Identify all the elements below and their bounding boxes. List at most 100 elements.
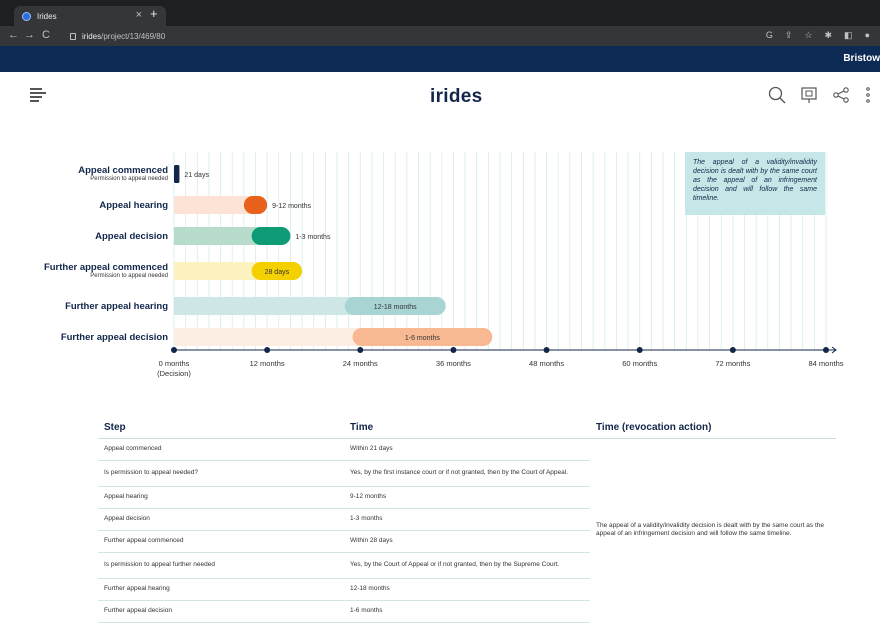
timeline-note: The appeal of a validity/invalidity deci…: [685, 152, 825, 215]
table-cell-time: Yes, by the first instance court or if n…: [344, 460, 590, 487]
bar-duration-label: 28 days: [265, 269, 290, 276]
bar-track: [174, 227, 262, 245]
axis-tick-label: 36 months: [435, 359, 471, 368]
tab-title: Irides: [37, 11, 57, 21]
row-label-text: Appeal decision: [95, 230, 168, 242]
tab-close-icon[interactable]: ×: [136, 9, 142, 21]
table-cell-time: 9-12 months: [344, 486, 590, 509]
address-bar[interactable]: irides /project/13/469/80: [70, 29, 830, 43]
axis-tick-dot: [171, 347, 177, 353]
row-label: Appeal commenced Permission to appeal nee…: [8, 165, 168, 183]
table-cell-time: 1-3 months: [344, 508, 590, 531]
share-icon[interactable]: ⇪: [785, 30, 793, 41]
row-label: Further appeal decision: [8, 332, 168, 343]
row-label: Appeal hearing: [8, 200, 168, 211]
table-cell-time: 12-18 months: [344, 578, 590, 601]
share-network-icon[interactable]: [832, 86, 850, 104]
axis-tick-dot: [729, 347, 736, 353]
row-label-text: Further appeal hearing: [65, 300, 168, 312]
row-label-text: Further appeal decision: [60, 331, 168, 343]
row-label: Further appeal commenced Permission to ap…: [8, 262, 168, 280]
table-cell-step: Appeal commenced: [98, 438, 344, 461]
axis-tick-label: 60 months: [622, 359, 658, 368]
axis-tick-dot: [636, 347, 643, 353]
axis-tick-label: 0 months (Decision): [157, 359, 191, 378]
browser-tab[interactable]: Irides ×: [14, 6, 166, 26]
bar-track: [174, 262, 262, 280]
banner-brand-text: Bristow: [843, 53, 880, 64]
more-vertical-icon[interactable]: [864, 86, 872, 104]
axis-tick-dot: [823, 347, 829, 353]
table-cell-step: Appeal decision: [98, 508, 344, 531]
table-row: Appeal commenced Within 21 days The appeal…: [98, 438, 836, 537]
url-path: /project/13/469/80: [101, 31, 166, 41]
forward-icon[interactable]: →: [24, 29, 35, 41]
column-header-revocation: Time (revocation action): [590, 418, 836, 439]
table-cell-time: Within 21 days: [344, 438, 590, 461]
table-header-row: Step Time Time (revocation action): [98, 418, 836, 439]
bar-duration-label: 1-3 months: [295, 234, 331, 241]
row-label: Appeal decision: [8, 231, 168, 242]
table-cell-step: Further appeal commenced: [98, 530, 344, 553]
column-header-step: Step: [98, 418, 344, 439]
table-cell-step: Further appeal hearing: [98, 578, 344, 601]
profile-icon[interactable]: ●: [865, 30, 870, 41]
table-cell-step: Is permission to appeal needed?: [98, 460, 344, 487]
favicon-icon: [22, 11, 31, 21]
presentation-icon[interactable]: [800, 86, 818, 104]
row-label-text: Appeal commenced: [78, 165, 168, 176]
bar-duration-label: 1-6 months: [405, 335, 441, 342]
axis-tick-dot: [264, 347, 271, 353]
axis-tick-label: 12 months: [249, 359, 285, 368]
bar-track: [174, 328, 363, 346]
axis-tick-label: 48 months: [529, 359, 565, 368]
bar-pill: [174, 165, 180, 183]
table-body: Appeal commenced Within 21 days The appeal…: [98, 438, 836, 623]
table-cell-time: Within 28 days: [344, 530, 590, 553]
axis-tick-label: 84 months: [808, 359, 844, 368]
bar-track: [174, 196, 254, 214]
extensions-icon[interactable]: ✱: [825, 30, 833, 41]
row-label-text: Further appeal commenced: [43, 262, 168, 273]
table-cell-time: 1-6 months: [344, 600, 590, 623]
bar-duration-label: 9-12 months: [272, 203, 311, 210]
toolbar-icons: G ⇪ ☆ ✱ ◧ ●: [766, 30, 870, 41]
bar-pill: [251, 227, 291, 245]
table-cell-step: Further appeal decision: [98, 600, 344, 623]
table-cell-step: Is permission to appeal further needed: [98, 552, 344, 579]
search-icon[interactable]: [768, 86, 786, 104]
bar-pill: [243, 196, 268, 214]
timeline-table: Step Time Time (revocation action) Appea…: [98, 418, 836, 623]
bar-duration-label: 12-18 months: [374, 304, 417, 311]
bar-track: [174, 297, 355, 315]
sidepanel-icon[interactable]: ◧: [844, 30, 853, 41]
timeline-table-wrap: Step Time Time (revocation action) Appea…: [98, 418, 836, 623]
back-icon[interactable]: ←: [8, 29, 19, 41]
header-actions: [768, 86, 872, 104]
row-sublabel: Permission to appeal needed: [90, 273, 168, 279]
table-cell-time: Yes, by the Court of Appeal or if not gr…: [344, 552, 590, 579]
app-logo: irides: [430, 86, 483, 107]
column-header-time: Time: [344, 418, 590, 439]
table-cell-revocation: The appeal of a validity/invalidity deci…: [596, 522, 824, 538]
browser-tab-bar: Irides × +: [0, 0, 880, 26]
axis-tick-dot: [543, 347, 550, 353]
new-tab-button[interactable]: +: [150, 6, 158, 21]
google-icon[interactable]: G: [766, 30, 773, 41]
axis-tick-label: 72 months: [715, 359, 751, 368]
axis-tick-dot: [357, 347, 364, 353]
row-sublabel: Permission to appeal needed: [90, 176, 168, 182]
browser-toolbar: ← → C irides /project/13/469/80 G ⇪ ☆ ✱ …: [0, 26, 880, 46]
bar-duration-label: 21 days: [184, 172, 209, 179]
url-host: irides: [82, 31, 102, 41]
lock-icon: [70, 32, 76, 40]
row-label: Further appeal hearing: [8, 301, 168, 312]
axis-tick-label: 24 months: [342, 359, 378, 368]
reload-icon[interactable]: C: [42, 29, 50, 41]
site-banner: Bristow: [0, 46, 880, 72]
table-cell-step: Appeal hearing: [98, 486, 344, 509]
menu-icon[interactable]: [30, 88, 46, 102]
row-label-text: Appeal hearing: [99, 199, 168, 211]
star-icon[interactable]: ☆: [804, 30, 812, 41]
axis-tick-dot: [450, 347, 457, 353]
